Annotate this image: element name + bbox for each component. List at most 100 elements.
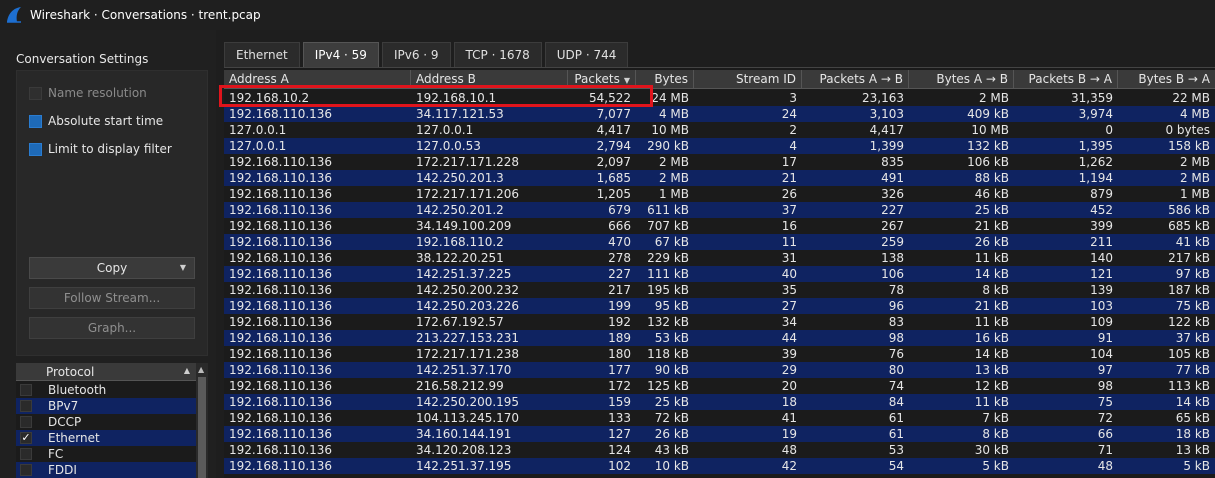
protocol-list-scrollbar[interactable]: ▲ <box>196 363 208 478</box>
column-header-bytes-a-to-b[interactable]: Bytes A → B <box>909 70 1014 89</box>
table-row[interactable]: 192.168.110.136 34.117.121.53 7,077 4 MB 24 3… <box>224 106 1215 122</box>
column-header-packets-b-to-a[interactable]: Packets B → A <box>1014 70 1118 89</box>
cell-address-a: 192.168.110.136 <box>229 411 333 425</box>
cell-stream-id: 19 <box>781 427 797 441</box>
cell-packets: 133 <box>608 411 631 425</box>
absolute-start-time-option[interactable]: Absolute start time <box>29 114 163 128</box>
cell-packets: 127 <box>608 427 631 441</box>
cell-bytes: 10 kB <box>654 459 689 473</box>
cell-packets-a-to-b: 96 <box>888 299 904 313</box>
cell-bytes-b-to-a: 158 kB <box>1168 139 1210 153</box>
protocol-checkbox[interactable] <box>20 384 32 396</box>
tab-udp[interactable]: UDP · 744 <box>544 42 629 67</box>
table-row[interactable]: 192.168.110.136 142.250.203.226 199 95 kB 27… <box>224 298 1215 314</box>
tab-ipv6[interactable]: IPv6 · 9 <box>381 42 451 67</box>
protocol-checkbox[interactable] <box>20 448 32 460</box>
table-row[interactable]: 192.168.110.136 142.250.201.2 679 611 kB 37 2… <box>224 202 1215 218</box>
cell-bytes-a-to-b: 30 kB <box>974 443 1009 457</box>
cell-bytes-a-to-b: 13 kB <box>974 363 1009 377</box>
cell-packets-b-to-a: 399 <box>1090 219 1113 233</box>
dropdown-arrow-icon[interactable]: ▼ <box>180 258 186 278</box>
wireshark-fin-icon <box>7 7 21 23</box>
table-row[interactable]: 192.168.110.136 142.251.37.225 227 111 kB 40… <box>224 266 1215 282</box>
table-row[interactable]: 192.168.110.136 142.250.200.232 217 195 kB 3… <box>224 282 1215 298</box>
tab-ipv4[interactable]: IPv4 · 59 <box>302 42 379 67</box>
cell-bytes-a-to-b: 88 kB <box>974 171 1009 185</box>
protocol-item[interactable]: Bluetooth <box>16 382 196 398</box>
cell-packets: 172 <box>608 379 631 393</box>
tab-ethernet[interactable]: Ethernet <box>224 42 300 67</box>
column-header-stream-id[interactable]: Stream ID <box>694 70 802 89</box>
protocol-item[interactable]: FDDI <box>16 462 196 478</box>
table-row[interactable]: 192.168.110.136 142.251.37.170 177 90 kB 29 8… <box>224 362 1215 378</box>
cell-address-a: 192.168.110.136 <box>229 443 333 457</box>
cell-address-a: 192.168.110.136 <box>229 283 333 297</box>
cell-address-b: 142.250.201.3 <box>416 171 504 185</box>
cell-bytes-b-to-a: 75 kB <box>1175 299 1210 313</box>
settings-heading: Conversation Settings <box>16 52 149 66</box>
cell-packets-a-to-b: 326 <box>881 187 904 201</box>
cell-packets-b-to-a: 104 <box>1090 347 1113 361</box>
scroll-up-arrow-icon[interactable]: ▲ <box>198 365 204 374</box>
table-row[interactable]: 192.168.110.136 172.217.171.228 2,097 2 MB 1… <box>224 154 1215 170</box>
cell-packets-b-to-a: 97 <box>1097 363 1113 377</box>
cell-address-a: 192.168.110.136 <box>229 171 333 185</box>
copy-button[interactable]: Copy ▼ <box>29 257 195 279</box>
table-row[interactable]: 192.168.110.136 142.250.200.195 159 25 kB 18… <box>224 394 1215 410</box>
table-row[interactable]: 127.0.0.1 127.0.0.1 4,417 10 MB 2 4,417 10 MB 0… <box>224 122 1215 138</box>
table-row[interactable]: 192.168.110.136 172.217.171.238 180 118 kB 3… <box>224 346 1215 362</box>
follow-stream-button[interactable]: Follow Stream... <box>29 287 195 309</box>
cell-packets-a-to-b: 835 <box>881 155 904 169</box>
cell-stream-id: 37 <box>781 203 797 217</box>
graph-button[interactable]: Graph... <box>29 317 195 339</box>
limit-to-display-filter-option[interactable]: Limit to display filter <box>29 142 172 156</box>
limit-to-display-filter-checkbox[interactable] <box>29 142 42 156</box>
cell-packets-a-to-b: 227 <box>881 203 904 217</box>
name-resolution-checkbox[interactable] <box>29 86 42 100</box>
cell-bytes: 611 kB <box>647 203 689 217</box>
cell-bytes-a-to-b: 5 kB <box>982 459 1009 473</box>
table-row[interactable]: 192.168.110.136 34.149.100.209 666 707 kB 16… <box>224 218 1215 234</box>
cell-stream-id: 4 <box>789 139 797 153</box>
table-row[interactable]: 192.168.110.136 216.58.212.99 172 125 kB 20 7… <box>224 378 1215 394</box>
table-row[interactable]: 192.168.110.136 142.251.37.195 102 10 kB 42 5… <box>224 458 1215 474</box>
table-row[interactable]: 192.168.110.136 213.227.153.231 189 53 kB 44… <box>224 330 1215 346</box>
table-row[interactable]: 192.168.110.136 34.160.144.191 127 26 kB 19 6… <box>224 426 1215 442</box>
protocol-checkbox[interactable] <box>20 464 32 476</box>
protocol-item[interactable]: DCCP <box>16 414 196 430</box>
table-row[interactable]: 127.0.0.1 127.0.0.53 2,794 290 kB 4 1,399 132 … <box>224 138 1215 154</box>
table-row[interactable]: 192.168.110.136 172.217.171.206 1,205 1 MB 2… <box>224 186 1215 202</box>
cell-address-b: 38.122.20.251 <box>416 251 504 265</box>
cell-packets-b-to-a: 75 <box>1097 395 1113 409</box>
table-row[interactable]: 192.168.110.136 172.67.192.57 192 132 kB 34 8… <box>224 314 1215 330</box>
name-resolution-option[interactable]: Name resolution <box>29 86 147 100</box>
cell-bytes-a-to-b: 132 kB <box>967 139 1009 153</box>
table-row[interactable]: 192.168.110.136 38.122.20.251 278 229 kB 31 1… <box>224 250 1215 266</box>
cell-address-b: 142.251.37.170 <box>416 363 512 377</box>
protocol-checkbox-checked[interactable]: ✓ <box>20 432 32 444</box>
cell-address-b: 142.250.203.226 <box>416 299 520 313</box>
protocol-item[interactable]: FC <box>16 446 196 462</box>
cell-stream-id: 11 <box>781 235 797 249</box>
protocol-item[interactable]: ✓ Ethernet <box>16 430 196 446</box>
cell-packets-a-to-b: 98 <box>888 331 904 345</box>
scrollbar-thumb[interactable] <box>198 377 206 478</box>
table-row[interactable]: 192.168.110.136 104.113.245.170 133 72 kB 41… <box>224 410 1215 426</box>
table-row[interactable]: 192.168.110.136 142.250.201.3 1,685 2 MB 21 4… <box>224 170 1215 186</box>
protocol-checkbox[interactable] <box>20 416 32 428</box>
column-header-packets-a-to-b[interactable]: Packets A → B <box>802 70 909 89</box>
table-row[interactable]: 192.168.110.136 192.168.110.2 470 67 kB 11 25… <box>224 234 1215 250</box>
table-row[interactable]: 192.168.110.136 34.120.208.123 124 43 kB 48 5… <box>224 442 1215 458</box>
cell-packets: 2,794 <box>596 139 631 153</box>
cell-address-b: 34.149.100.209 <box>416 219 512 233</box>
protocol-item[interactable]: BPv7 <box>16 398 196 414</box>
cell-packets: 7,077 <box>596 107 631 121</box>
cell-bytes-b-to-a: 13 kB <box>1175 443 1210 457</box>
protocol-list-header[interactable]: Protocol ▲ <box>16 363 196 381</box>
tab-tcp[interactable]: TCP · 1678 <box>453 42 542 67</box>
protocol-checkbox[interactable] <box>20 400 32 412</box>
cell-packets: 4,417 <box>596 123 631 137</box>
absolute-start-time-checkbox[interactable] <box>29 114 42 128</box>
cell-bytes: 2 MB <box>658 155 689 169</box>
column-header-bytes-b-to-a[interactable]: Bytes B → A <box>1118 70 1215 89</box>
